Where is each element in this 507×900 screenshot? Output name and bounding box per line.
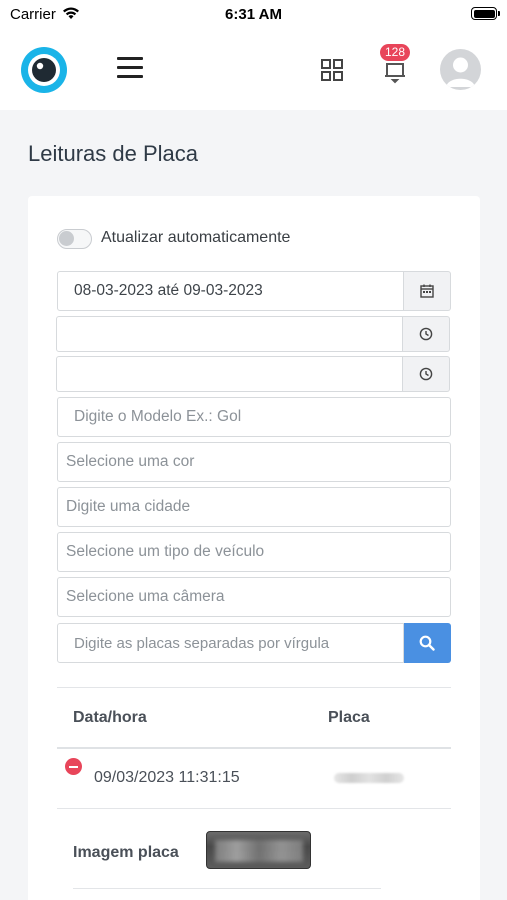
table-row[interactable]: 09/03/2023 11:31:15 — [57, 749, 451, 809]
city-input[interactable] — [57, 487, 451, 527]
grid-apps-icon[interactable] — [320, 58, 344, 82]
camera-select-field[interactable] — [58, 578, 450, 616]
start-time-value — [56, 316, 403, 352]
filters-card: Atualizar automaticamente 08-03-2023 até… — [28, 196, 480, 900]
row-datetime: 09/03/2023 11:31:15 — [94, 769, 240, 786]
color-select[interactable] — [57, 442, 451, 482]
plates-input-field[interactable] — [74, 634, 403, 652]
end-time-value — [56, 356, 403, 392]
results-table-header: Data/hora Placa — [57, 687, 451, 749]
plate-column-header: Placa — [328, 709, 370, 726]
start-time-clock-button[interactable] — [403, 316, 450, 352]
city-input-field[interactable] — [58, 488, 450, 526]
calendar-button[interactable] — [404, 271, 451, 311]
top-app-bar: 128 — [0, 30, 507, 110]
date-range-field[interactable]: 08-03-2023 até 09-03-2023 — [57, 271, 451, 311]
date-range-value: 08-03-2023 até 09-03-2023 — [57, 271, 404, 311]
search-icon — [419, 635, 435, 651]
plates-search-group — [57, 623, 451, 663]
camera-select[interactable] — [57, 577, 451, 617]
user-avatar[interactable] — [440, 49, 481, 90]
notification-count-badge: 128 — [380, 44, 411, 61]
vehicle-type-select-field[interactable] — [58, 533, 450, 571]
auto-refresh-toggle[interactable] — [57, 229, 92, 249]
end-time-field[interactable] — [56, 356, 450, 392]
plate-image[interactable] — [206, 831, 311, 869]
battery-icon — [471, 7, 500, 20]
datetime-column-header: Data/hora — [73, 709, 147, 726]
plates-input[interactable] — [57, 623, 404, 663]
collapse-row-icon[interactable] — [65, 758, 82, 775]
app-logo-icon[interactable] — [20, 46, 68, 94]
status-bar: Carrier 6:31 AM — [0, 0, 507, 30]
menu-hamburger-icon[interactable] — [117, 57, 143, 79]
end-time-clock-button[interactable] — [403, 356, 450, 392]
clock-icon — [419, 367, 433, 381]
row-plate-redacted — [334, 773, 404, 783]
color-select-field[interactable] — [58, 443, 450, 481]
vehicle-type-select[interactable] — [57, 532, 451, 572]
page-title: Leituras de Placa — [28, 141, 198, 166]
start-time-field[interactable] — [56, 316, 450, 352]
status-time: 6:31 AM — [225, 6, 282, 23]
plate-image-label: Imagem placa — [73, 844, 179, 861]
clock-icon — [419, 327, 433, 341]
model-input[interactable] — [57, 397, 451, 437]
row-detail: Imagem placa — [73, 809, 381, 889]
auto-refresh-label: Atualizar automaticamente — [101, 229, 291, 246]
model-input-field[interactable] — [58, 398, 450, 436]
calendar-icon — [420, 284, 434, 298]
search-button[interactable] — [404, 623, 451, 663]
user-avatar-icon — [446, 57, 475, 87]
